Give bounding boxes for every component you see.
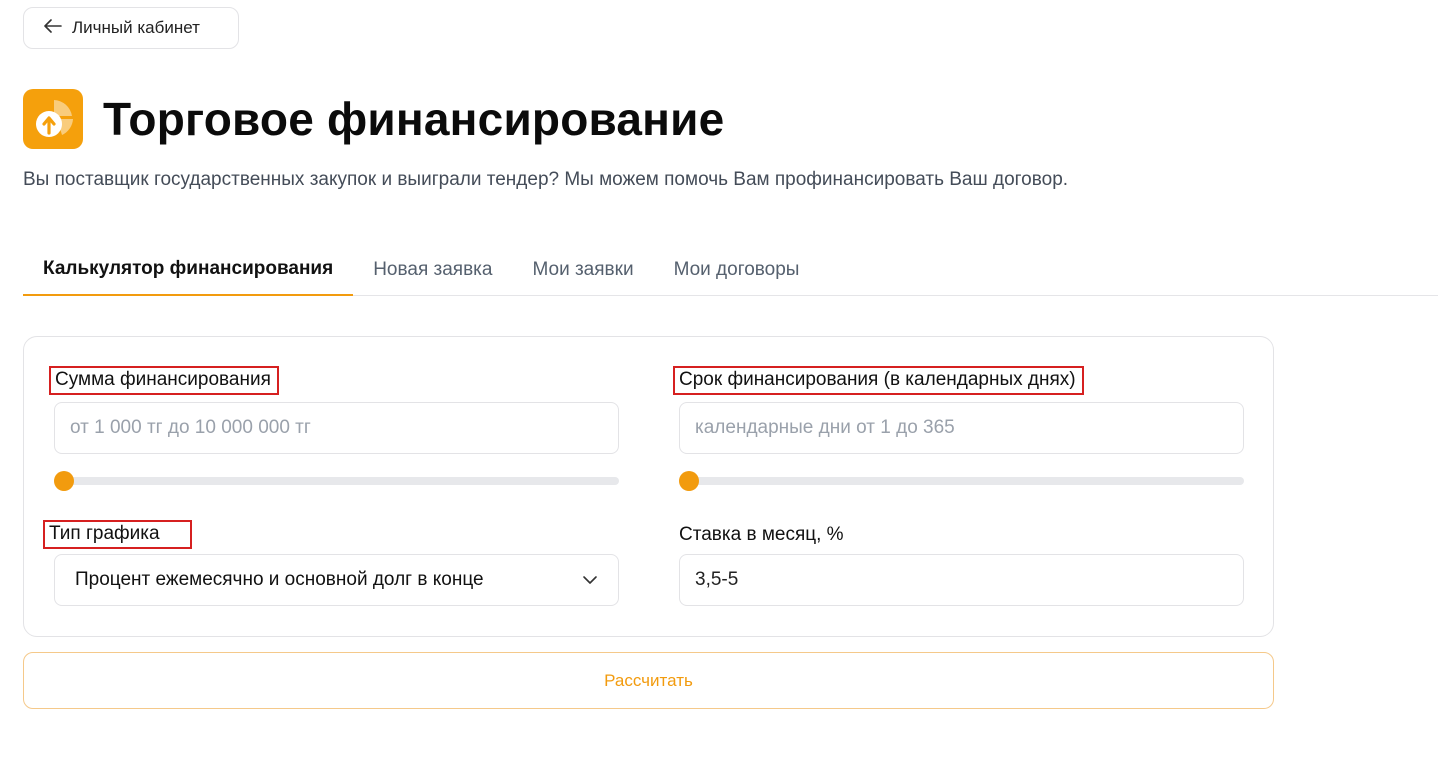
calculate-button[interactable]: Рассчитать (23, 652, 1274, 709)
term-slider-thumb[interactable] (679, 471, 699, 491)
tab-calculator[interactable]: Калькулятор финансирования (23, 244, 354, 296)
back-button[interactable]: Личный кабинет (23, 7, 239, 49)
tab-my-applications[interactable]: Мои заявки (512, 244, 653, 296)
schedule-type-select[interactable]: Процент ежемесячно и основной долг в кон… (54, 554, 619, 606)
term-input[interactable] (679, 402, 1244, 454)
tabs-bar: Калькулятор финансирования Новая заявка … (23, 244, 1438, 296)
calculator-card: Сумма финансирования Срок финансирования… (23, 336, 1274, 637)
schedule-type-label: Тип графика (43, 520, 192, 549)
page-subtitle: Вы поставщик государственных закупок и в… (23, 169, 1069, 190)
amount-slider[interactable] (54, 471, 619, 491)
tab-my-contracts[interactable]: Мои договоры (654, 244, 820, 296)
term-slider[interactable] (679, 471, 1244, 491)
trade-finance-logo-icon (23, 89, 83, 149)
rate-input[interactable] (679, 554, 1244, 606)
term-label: Срок финансирования (в календарных днях) (673, 366, 1084, 395)
amount-label: Сумма финансирования (49, 366, 279, 395)
amount-slider-thumb[interactable] (54, 471, 74, 491)
back-button-label: Личный кабинет (72, 18, 200, 37)
rate-label: Ставка в месяц, % (679, 524, 844, 545)
schedule-type-selected-value: Процент ежемесячно и основной долг в кон… (75, 569, 484, 590)
term-slider-track (679, 477, 1244, 485)
amount-input[interactable] (54, 402, 619, 454)
page-title: Торговое финансирование (103, 93, 725, 145)
arrow-left-icon (44, 18, 62, 38)
tab-new-application[interactable]: Новая заявка (353, 244, 512, 296)
chevron-down-icon (582, 569, 598, 591)
amount-slider-track (54, 477, 619, 485)
